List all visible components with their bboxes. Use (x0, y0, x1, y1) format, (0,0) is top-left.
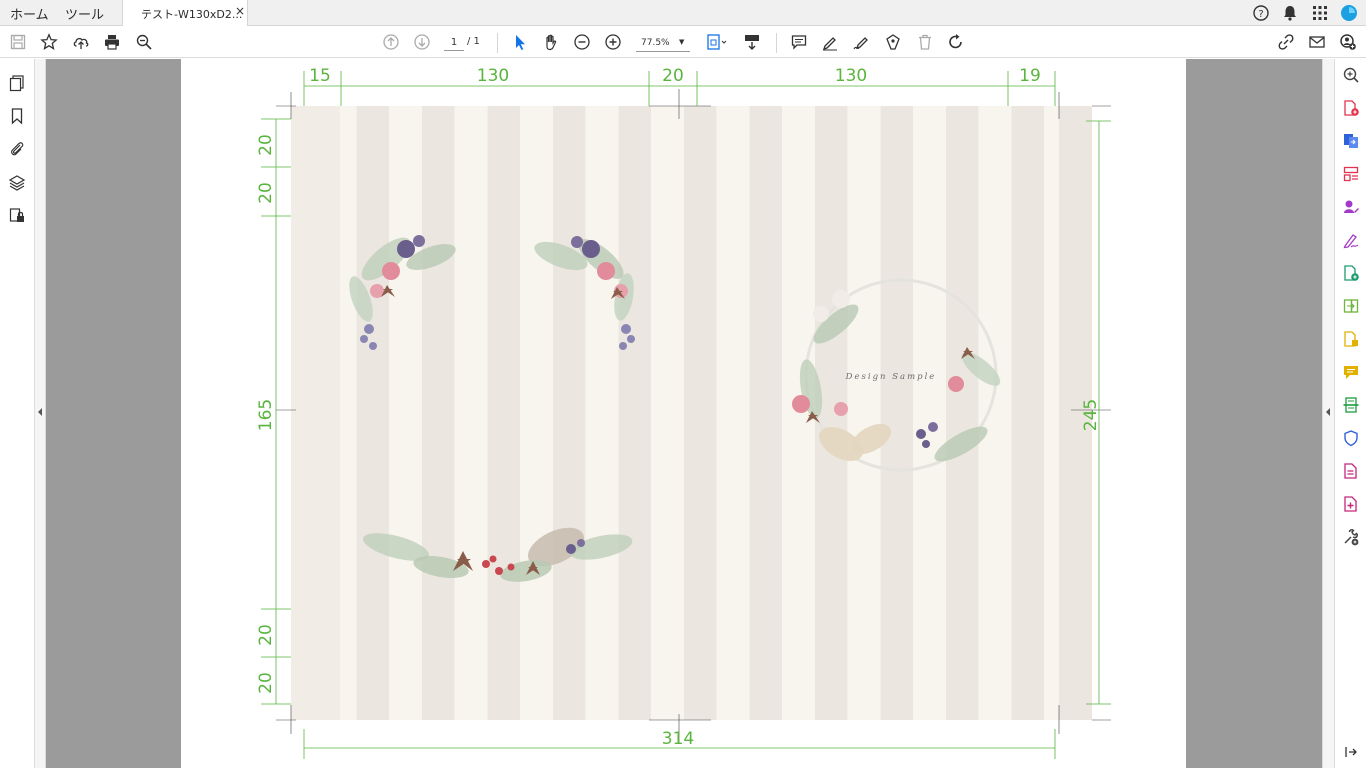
page-thumbnails-icon[interactable] (6, 72, 28, 94)
bookmark-icon[interactable] (6, 105, 28, 127)
main-toolbar: / 1 77.5% ▼ (0, 27, 1366, 58)
combine-files-icon[interactable] (1342, 297, 1360, 315)
bell-icon[interactable] (1279, 2, 1301, 24)
fill-sign-icon[interactable] (1342, 231, 1360, 249)
rotate-icon[interactable] (945, 31, 967, 53)
left-navigation-panel (0, 59, 35, 768)
layers-icon[interactable] (6, 172, 28, 194)
upload-icon[interactable] (70, 31, 92, 53)
print-icon[interactable] (101, 31, 123, 53)
zoom-dropdown[interactable]: 77.5% ▼ (636, 35, 690, 52)
chevron-left-icon (1326, 408, 1330, 416)
more-tools-icon[interactable] (1342, 528, 1360, 546)
tab-close-button[interactable]: × (235, 4, 245, 18)
highlight-pen-icon[interactable] (819, 31, 841, 53)
zoom-out-icon[interactable] (571, 31, 593, 53)
request-signature-icon[interactable] (1342, 264, 1360, 282)
avatar[interactable] (1338, 2, 1360, 24)
dim-top-right-margin: 19 (1019, 66, 1041, 86)
scan-icon[interactable] (1342, 396, 1360, 414)
add-user-icon[interactable] (1337, 31, 1359, 53)
apps-grid-icon[interactable] (1309, 2, 1331, 24)
dim-left-bottom-2: 20 (256, 672, 276, 694)
save-icon[interactable] (7, 31, 29, 53)
dim-left-top-1: 20 (256, 134, 276, 156)
pdf-page: 15 130 20 130 19 20 20 165 20 20 245 314 (181, 59, 1186, 768)
hand-tool-icon[interactable] (540, 31, 562, 53)
edit-pdf-icon[interactable] (1342, 198, 1360, 216)
star-icon[interactable] (38, 31, 60, 53)
comment-icon[interactable] (788, 31, 810, 53)
right-panel-collapse[interactable] (1322, 59, 1334, 768)
left-panel-collapse[interactable] (35, 59, 46, 768)
security-lock-icon[interactable] (6, 205, 28, 227)
fit-page-icon[interactable] (704, 31, 730, 53)
toolbar-divider (497, 33, 498, 53)
share-link-icon[interactable] (1275, 31, 1297, 53)
tab-home[interactable]: ホーム (10, 4, 49, 23)
zoom-in-icon[interactable] (602, 31, 624, 53)
comment-tool-icon[interactable] (1342, 363, 1360, 381)
tab-document-label: テスト-W130xD2... (141, 8, 243, 21)
dim-left-top-2: 20 (256, 182, 276, 204)
stamp-icon[interactable] (882, 31, 904, 53)
create-pdf-icon[interactable] (1342, 132, 1360, 150)
compare-icon[interactable] (1342, 330, 1360, 348)
attachment-icon[interactable] (6, 138, 28, 160)
document-viewport[interactable]: 15 130 20 130 19 20 20 165 20 20 245 314 (46, 59, 1322, 768)
toolbar-divider (776, 33, 777, 53)
protect-icon[interactable] (1342, 429, 1360, 447)
rich-media-icon[interactable] (1342, 495, 1360, 513)
email-icon[interactable] (1306, 31, 1328, 53)
next-page-icon[interactable] (411, 31, 433, 53)
page-artwork: 15 130 20 130 19 20 20 165 20 20 245 314 (256, 66, 1111, 759)
dim-left-bottom-1: 20 (256, 624, 276, 646)
dim-bottom-width: 314 (662, 729, 694, 749)
scroll-mode-icon[interactable] (741, 31, 763, 53)
dim-right-height: 245 (1081, 399, 1101, 431)
page-number-input[interactable] (444, 35, 464, 51)
organize-pages-icon[interactable] (1342, 165, 1360, 183)
tab-bar: ホーム ツール テスト-W130xD2... × ? (0, 0, 1366, 26)
select-cursor-icon[interactable] (509, 31, 531, 53)
expand-pane-icon[interactable] (1342, 743, 1360, 761)
help-icon[interactable]: ? (1250, 2, 1272, 24)
chevron-left-icon (38, 408, 42, 416)
zoom-value: 77.5% (641, 38, 670, 48)
dim-top-gap: 20 (662, 66, 684, 86)
tab-tools[interactable]: ツール (65, 4, 104, 23)
dim-top-right-width: 130 (835, 66, 867, 86)
zoom-search-icon[interactable] (133, 31, 155, 53)
left-bleed-strip (291, 106, 340, 720)
pdf-standards-icon[interactable] (1342, 462, 1360, 480)
dim-top-left-width: 130 (477, 66, 509, 86)
striped-background (291, 106, 1092, 720)
tools-pane (1334, 59, 1366, 768)
wreath-text: Design Sample (845, 372, 937, 382)
draw-sign-icon[interactable] (850, 31, 872, 53)
zoom-icon[interactable] (1342, 66, 1360, 84)
dim-top-left-margin: 15 (309, 66, 331, 86)
svg-text:?: ? (1258, 9, 1263, 20)
export-pdf-icon[interactable] (1342, 99, 1360, 117)
prev-page-icon[interactable] (380, 31, 402, 53)
chevron-down-icon: ▼ (679, 38, 685, 46)
dim-left-height: 165 (256, 399, 276, 431)
tab-document[interactable]: テスト-W130xD2... × (122, 0, 248, 26)
delete-icon[interactable] (914, 31, 936, 53)
page-total: / 1 (467, 36, 480, 47)
